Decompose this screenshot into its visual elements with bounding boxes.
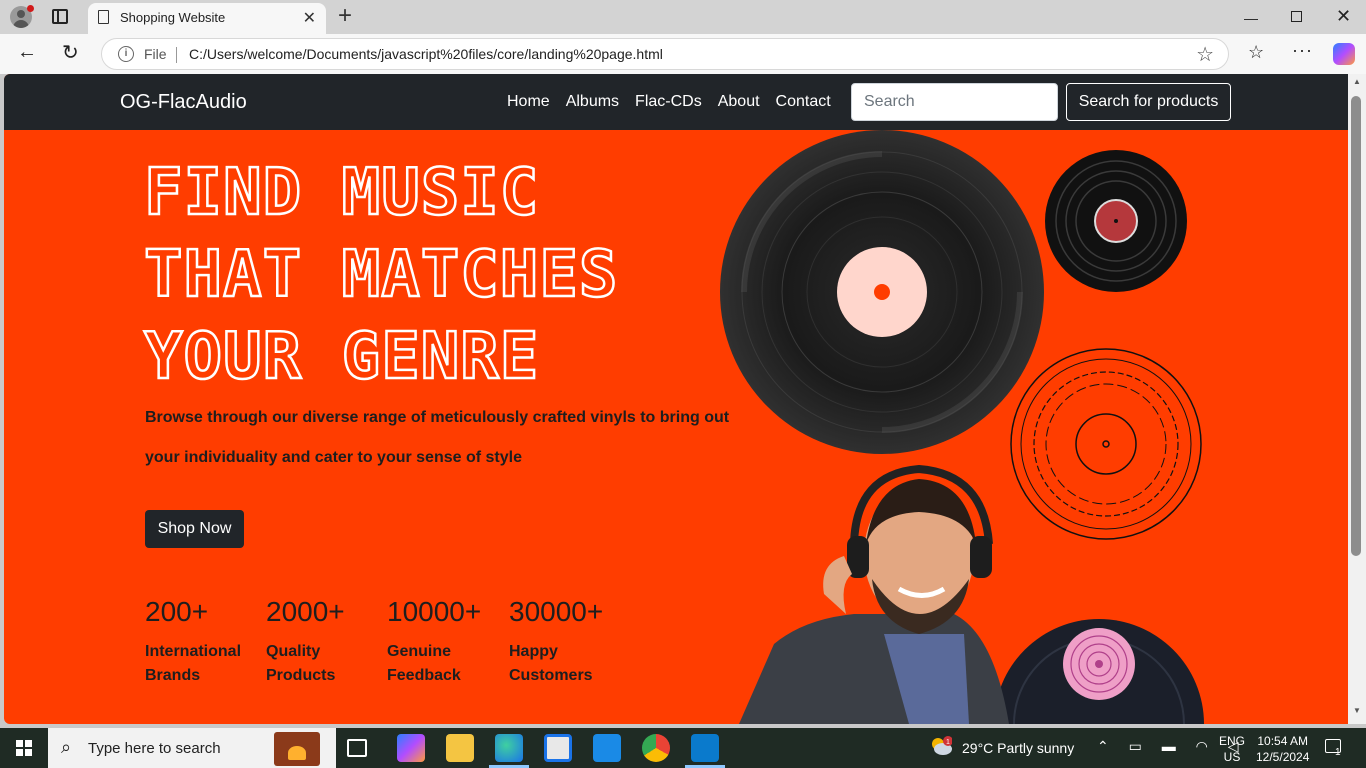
favorite-star-icon[interactable]: ☆	[1196, 42, 1214, 67]
browser-tab-strip: Shopping Website ✕ + — ✕	[0, 0, 1366, 34]
edge-icon[interactable]	[489, 734, 529, 768]
browser-tab[interactable]: Shopping Website ✕	[88, 3, 326, 34]
notification-count: 1	[1335, 747, 1341, 758]
search-highlight-icon	[274, 732, 320, 766]
minimize-icon[interactable]: —	[1244, 10, 1258, 26]
new-tab-icon[interactable]: +	[338, 3, 352, 29]
svg-text:1: 1	[946, 739, 950, 746]
window-close-icon[interactable]: ✕	[1336, 6, 1351, 27]
start-icon[interactable]	[16, 740, 32, 756]
vscode-icon[interactable]	[685, 734, 725, 768]
hero-illustration	[720, 130, 1204, 724]
info-icon[interactable]: i	[118, 46, 134, 62]
scroll-thumb[interactable]	[1351, 96, 1361, 556]
pink-label-vinyl-record	[994, 619, 1204, 724]
address-prefix: File	[144, 46, 167, 62]
scroll-up-icon[interactable]: ▲	[1353, 77, 1361, 86]
page-icon	[98, 10, 109, 24]
taskbar-search-text: Type here to search	[88, 740, 221, 757]
small-vinyl-record	[1045, 150, 1187, 292]
weather-icon[interactable]: 1	[930, 736, 953, 756]
store-icon[interactable]	[544, 734, 572, 762]
large-vinyl-record	[720, 130, 1044, 454]
listener-with-headphones	[739, 464, 1009, 724]
favorites-icon[interactable]: ☆	[1248, 42, 1264, 63]
weather-text[interactable]: 29°C Partly sunny	[962, 740, 1074, 756]
copilot-taskbar-icon[interactable]	[397, 734, 425, 762]
taskbar-search[interactable]: ⌕ Type here to search	[48, 728, 336, 768]
refresh-icon[interactable]: ↻	[62, 40, 79, 65]
tab-title: Shopping Website	[120, 10, 226, 25]
task-view-icon[interactable]	[347, 739, 367, 757]
url-text[interactable]: C:/Users/welcome/Documents/javascript%20…	[189, 46, 663, 62]
clock[interactable]: 10:54 AM 12/5/2024	[1256, 733, 1309, 765]
back-icon[interactable]: ←	[17, 41, 37, 64]
copilot-icon[interactable]	[1333, 43, 1355, 65]
address-bar[interactable]: i File C:/Users/welcome/Documents/javasc…	[101, 38, 1229, 70]
address-divider	[176, 47, 177, 63]
address-toolbar: ← ↻ i File C:/Users/welcome/Documents/ja…	[0, 34, 1366, 74]
search-icon: ⌕	[61, 737, 72, 757]
windows-taskbar: ⌕ Type here to search 1 29°C Partly sunn…	[0, 728, 1366, 768]
mail-icon[interactable]	[593, 734, 621, 762]
scroll-down-icon[interactable]: ▼	[1353, 706, 1361, 715]
tab-actions-icon[interactable]	[52, 9, 68, 24]
page-scrollbar[interactable]: ▲ ▼	[1348, 74, 1366, 724]
restore-icon[interactable]	[1291, 11, 1302, 22]
more-menu-icon[interactable]: ···	[1292, 40, 1313, 61]
language-indicator[interactable]: ENG US	[1219, 733, 1245, 765]
chrome-icon[interactable]	[642, 734, 670, 762]
file-explorer-icon[interactable]	[446, 734, 474, 762]
tab-close-icon[interactable]: ✕	[303, 8, 316, 28]
profile-status-dot	[27, 5, 34, 12]
page-viewport: OG-FlacAudio Home Albums Flac-CDs About …	[4, 74, 1348, 724]
sketch-vinyl-record	[1010, 348, 1202, 540]
